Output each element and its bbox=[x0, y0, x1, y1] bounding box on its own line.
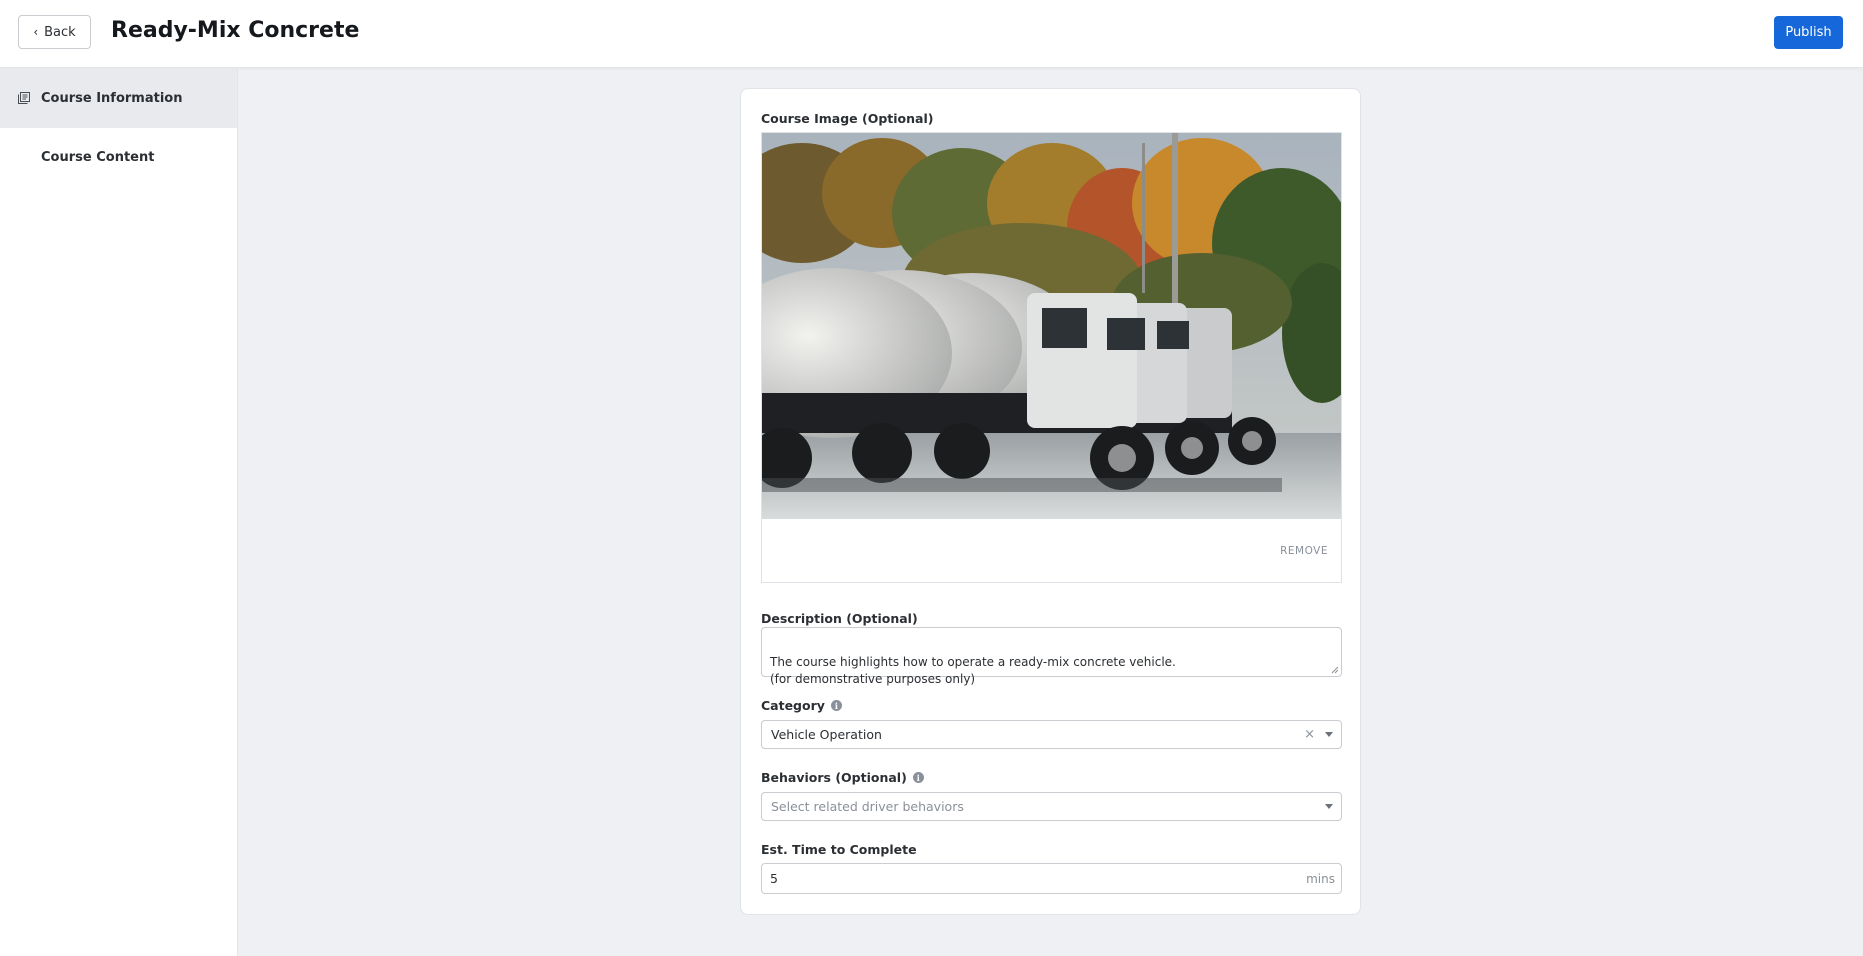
course-info-icon bbox=[18, 92, 30, 104]
sidebar-item-label: Course Information bbox=[41, 91, 183, 106]
sidebar: Course Information Course Content bbox=[0, 69, 238, 956]
category-label: Category bbox=[761, 698, 825, 713]
category-label-row: Category i bbox=[761, 698, 842, 713]
info-icon[interactable]: i bbox=[912, 772, 924, 783]
clear-icon[interactable]: × bbox=[1304, 727, 1315, 742]
page-title: Ready-Mix Concrete bbox=[111, 18, 360, 43]
remove-image-button[interactable]: REMOVE bbox=[1280, 545, 1328, 557]
time-to-complete-input[interactable]: 5 mins bbox=[761, 863, 1342, 894]
category-value: Vehicle Operation bbox=[771, 727, 882, 742]
time-label: Est. Time to Complete bbox=[761, 842, 917, 857]
resize-grip-icon[interactable] bbox=[1331, 666, 1339, 674]
chevron-left-icon: ‹ bbox=[33, 25, 39, 39]
description-label: Description (Optional) bbox=[761, 611, 918, 626]
top-header: ‹ Back Ready-Mix Concrete Publish bbox=[0, 0, 1863, 68]
course-image-label: Course Image (Optional) bbox=[761, 111, 934, 126]
course-image-photo bbox=[762, 133, 1341, 519]
back-button[interactable]: ‹ Back bbox=[18, 15, 91, 49]
time-value: 5 bbox=[770, 871, 778, 886]
description-textarea[interactable]: The course highlights how to operate a r… bbox=[761, 627, 1342, 686]
sidebar-item-label: Course Content bbox=[41, 150, 155, 165]
sidebar-item-course-content[interactable]: Course Content bbox=[0, 128, 237, 187]
category-select[interactable]: Vehicle Operation × bbox=[761, 720, 1342, 749]
info-icon[interactable]: i bbox=[830, 700, 842, 711]
back-button-label: Back bbox=[44, 24, 76, 40]
chevron-down-icon[interactable] bbox=[1325, 732, 1333, 737]
course-form-card: Course Image (Optional) REMOVE Descripti… bbox=[740, 88, 1361, 915]
behaviors-select[interactable]: Select related driver behaviors bbox=[761, 792, 1342, 821]
behaviors-label: Behaviors (Optional) bbox=[761, 770, 907, 785]
description-text: The course highlights how to operate a r… bbox=[770, 655, 1176, 686]
time-unit: mins bbox=[1306, 872, 1335, 886]
behaviors-placeholder: Select related driver behaviors bbox=[771, 799, 964, 814]
behaviors-label-row: Behaviors (Optional) i bbox=[761, 770, 924, 785]
publish-button[interactable]: Publish bbox=[1774, 16, 1843, 49]
sidebar-item-course-information[interactable]: Course Information bbox=[0, 69, 237, 128]
chevron-down-icon[interactable] bbox=[1325, 804, 1333, 809]
course-image-box: REMOVE bbox=[761, 132, 1342, 583]
